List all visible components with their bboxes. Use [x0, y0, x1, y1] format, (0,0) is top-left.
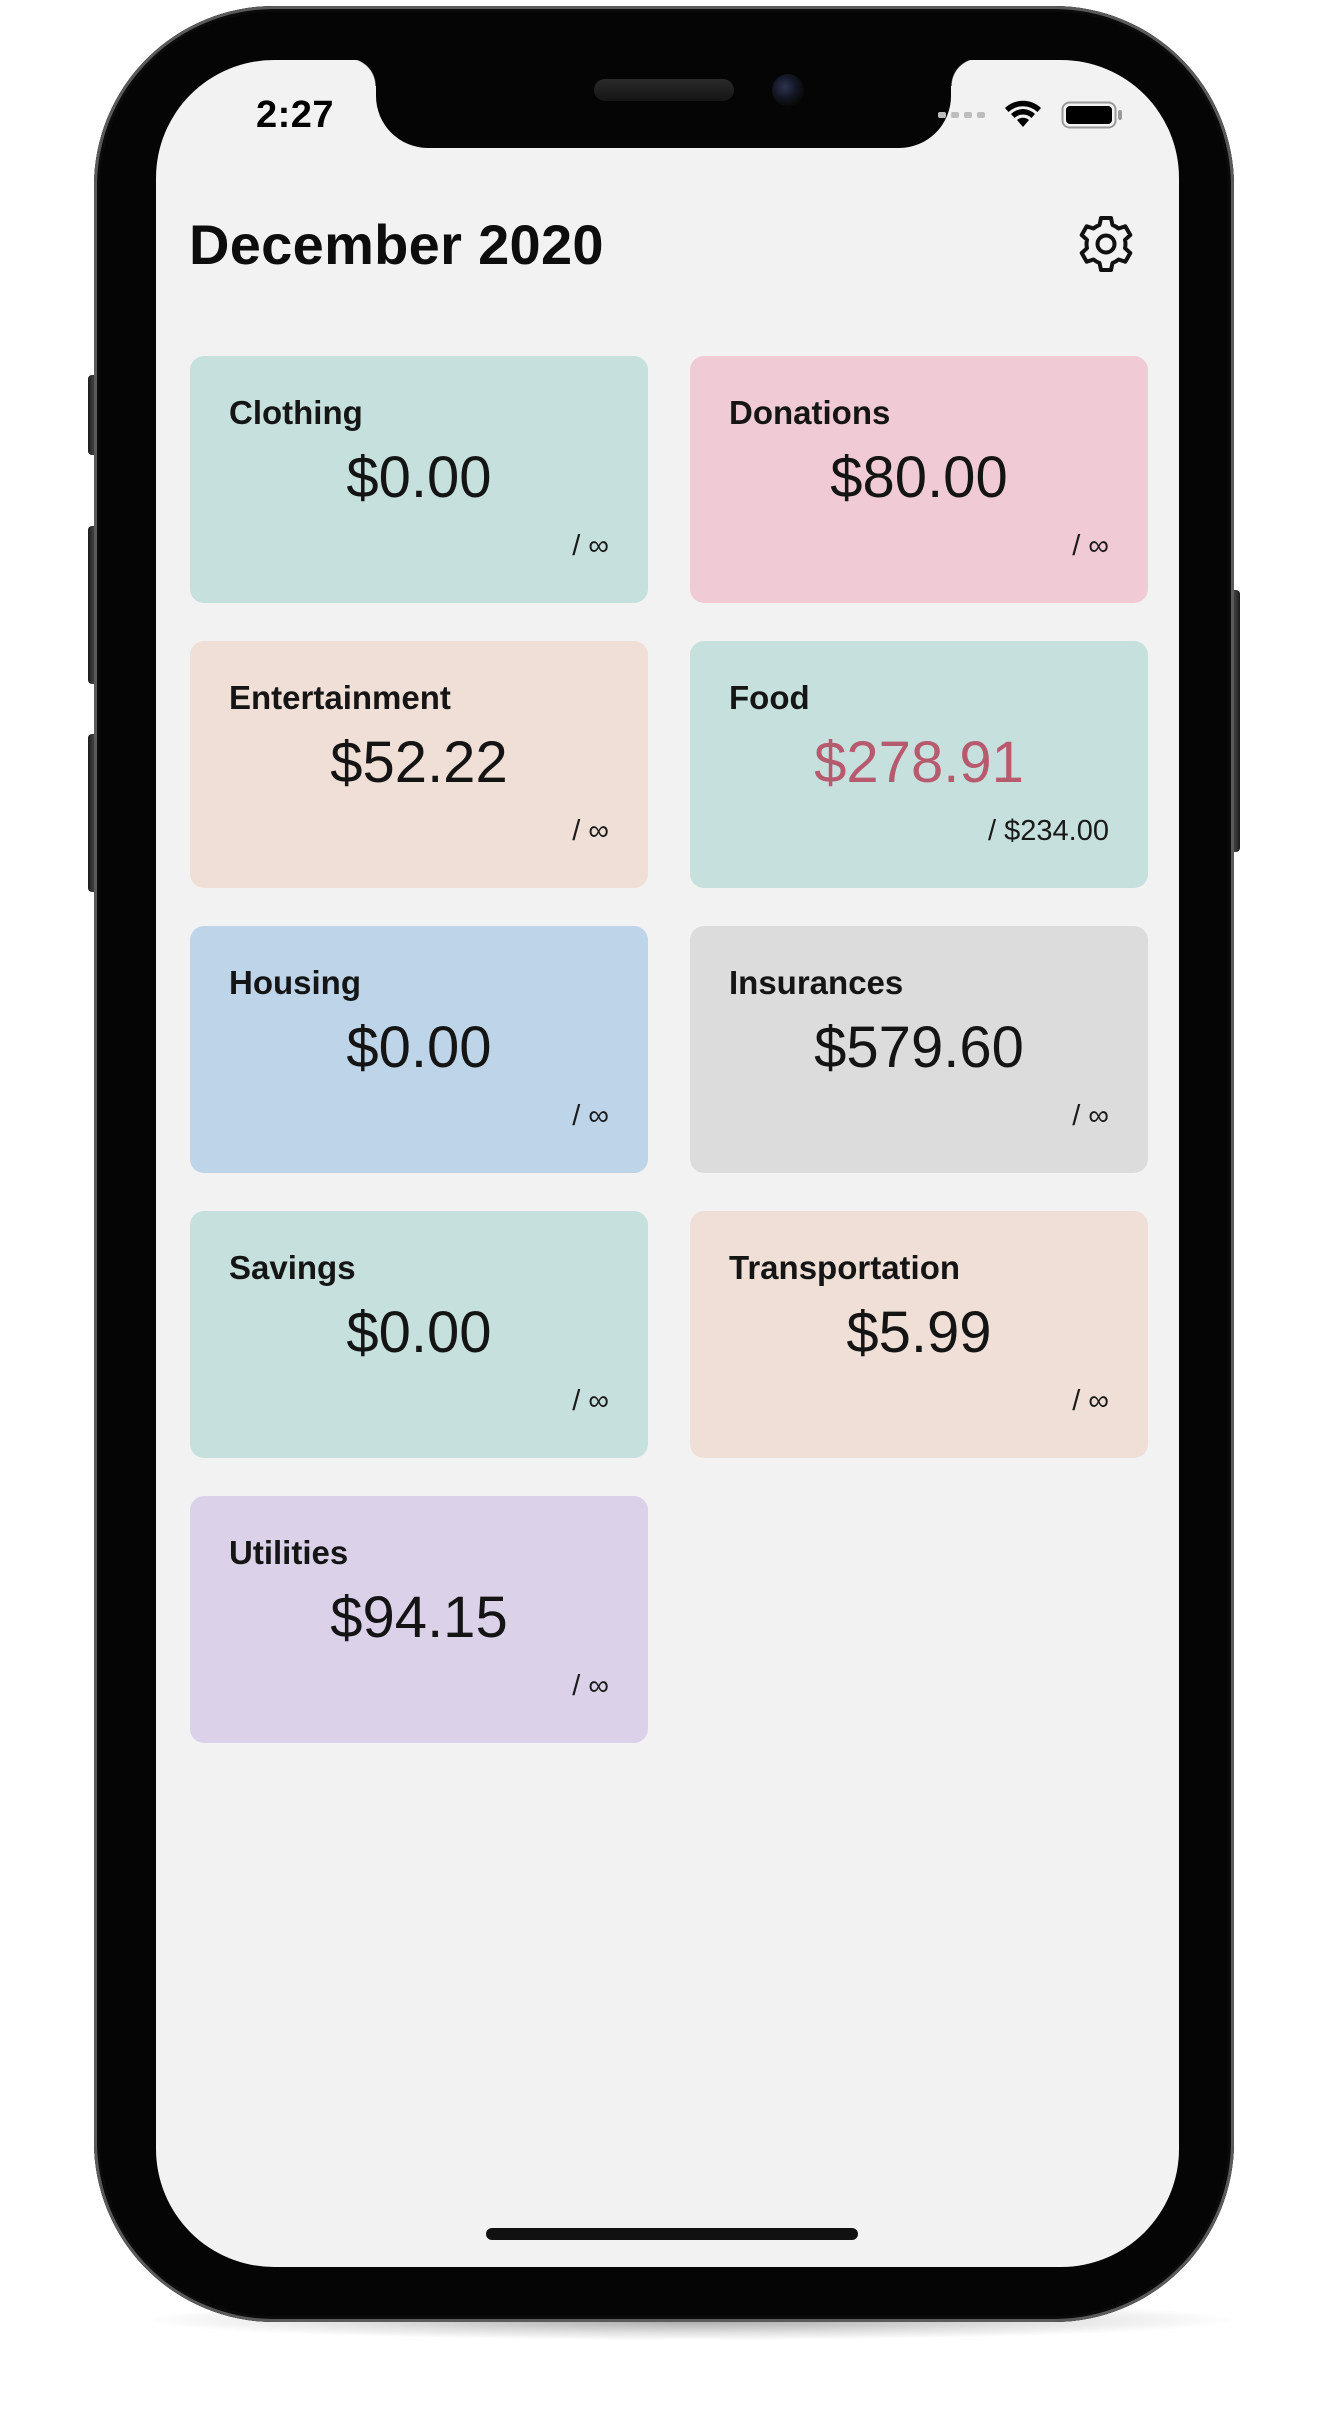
- category-limit: / ∞: [572, 1670, 609, 1702]
- settings-button[interactable]: [1074, 212, 1138, 276]
- category-amount: $80.00: [830, 445, 1008, 510]
- category-limit: / ∞: [572, 530, 609, 562]
- device-mockup: 2:27 December 2020 Clothing $0.00 / ∞ Do…: [0, 0, 1339, 2416]
- category-name: Clothing: [229, 394, 363, 431]
- category-card-housing[interactable]: Housing $0.00 / ∞: [190, 926, 648, 1173]
- category-card-food[interactable]: Food $278.91 / $234.00: [690, 641, 1148, 888]
- category-name: Insurances: [729, 964, 904, 1001]
- app-screen: 2:27 December 2020 Clothing $0.00 / ∞ Do…: [156, 60, 1179, 2267]
- page-title: December 2020: [189, 213, 604, 276]
- category-name: Transportation: [729, 1249, 961, 1286]
- category-amount: $5.99: [846, 1300, 992, 1365]
- earpiece-speaker: [594, 79, 734, 101]
- category-card-transportation[interactable]: Transportation $5.99 / ∞: [690, 1211, 1148, 1458]
- category-limit: / ∞: [572, 1385, 609, 1417]
- phone-frame: 2:27 December 2020 Clothing $0.00 / ∞ Do…: [94, 6, 1234, 2322]
- gear-icon: [1079, 216, 1133, 272]
- category-amount: $0.00: [346, 1300, 492, 1365]
- category-amount: $52.22: [330, 730, 508, 795]
- category-card-utilities[interactable]: Utilities $94.15 / ∞: [190, 1496, 648, 1743]
- category-limit: / ∞: [1072, 1100, 1109, 1132]
- category-amount: $0.00: [346, 1015, 492, 1080]
- category-amount: $0.00: [346, 445, 492, 510]
- category-card-entertainment[interactable]: Entertainment $52.22 / ∞: [190, 641, 648, 888]
- category-name: Savings: [229, 1249, 356, 1286]
- category-amount: $579.60: [814, 1015, 1024, 1080]
- category-name: Donations: [729, 394, 891, 431]
- category-limit: / ∞: [1072, 1385, 1109, 1417]
- category-card-savings[interactable]: Savings $0.00 / ∞: [190, 1211, 648, 1458]
- battery-icon: [1061, 101, 1122, 129]
- category-amount: $278.91: [814, 730, 1024, 795]
- category-limit: / ∞: [572, 815, 609, 847]
- category-card-donations[interactable]: Donations $80.00 / ∞: [690, 356, 1148, 603]
- category-limit: / ∞: [1072, 530, 1109, 562]
- status-icons: [938, 100, 1123, 130]
- category-name: Housing: [229, 964, 361, 1001]
- status-time: 2:27: [256, 94, 335, 136]
- signal-dots-icon: [938, 112, 985, 118]
- category-name: Utilities: [229, 1534, 349, 1571]
- notch: [348, 60, 979, 148]
- home-indicator[interactable]: [486, 2228, 858, 2240]
- category-limit: / ∞: [572, 1100, 609, 1132]
- category-amount: $94.15: [330, 1585, 508, 1650]
- category-name: Food: [729, 679, 810, 716]
- category-card-insurances[interactable]: Insurances $579.60 / ∞: [690, 926, 1148, 1173]
- category-name: Entertainment: [229, 679, 451, 716]
- category-card-clothing[interactable]: Clothing $0.00 / ∞: [190, 356, 648, 603]
- wifi-icon: [1005, 100, 1041, 127]
- category-grid: Clothing $0.00 / ∞ Donations $80.00 / ∞ …: [190, 356, 1148, 1743]
- category-limit: / $234.00: [988, 815, 1109, 847]
- front-camera: [772, 74, 804, 106]
